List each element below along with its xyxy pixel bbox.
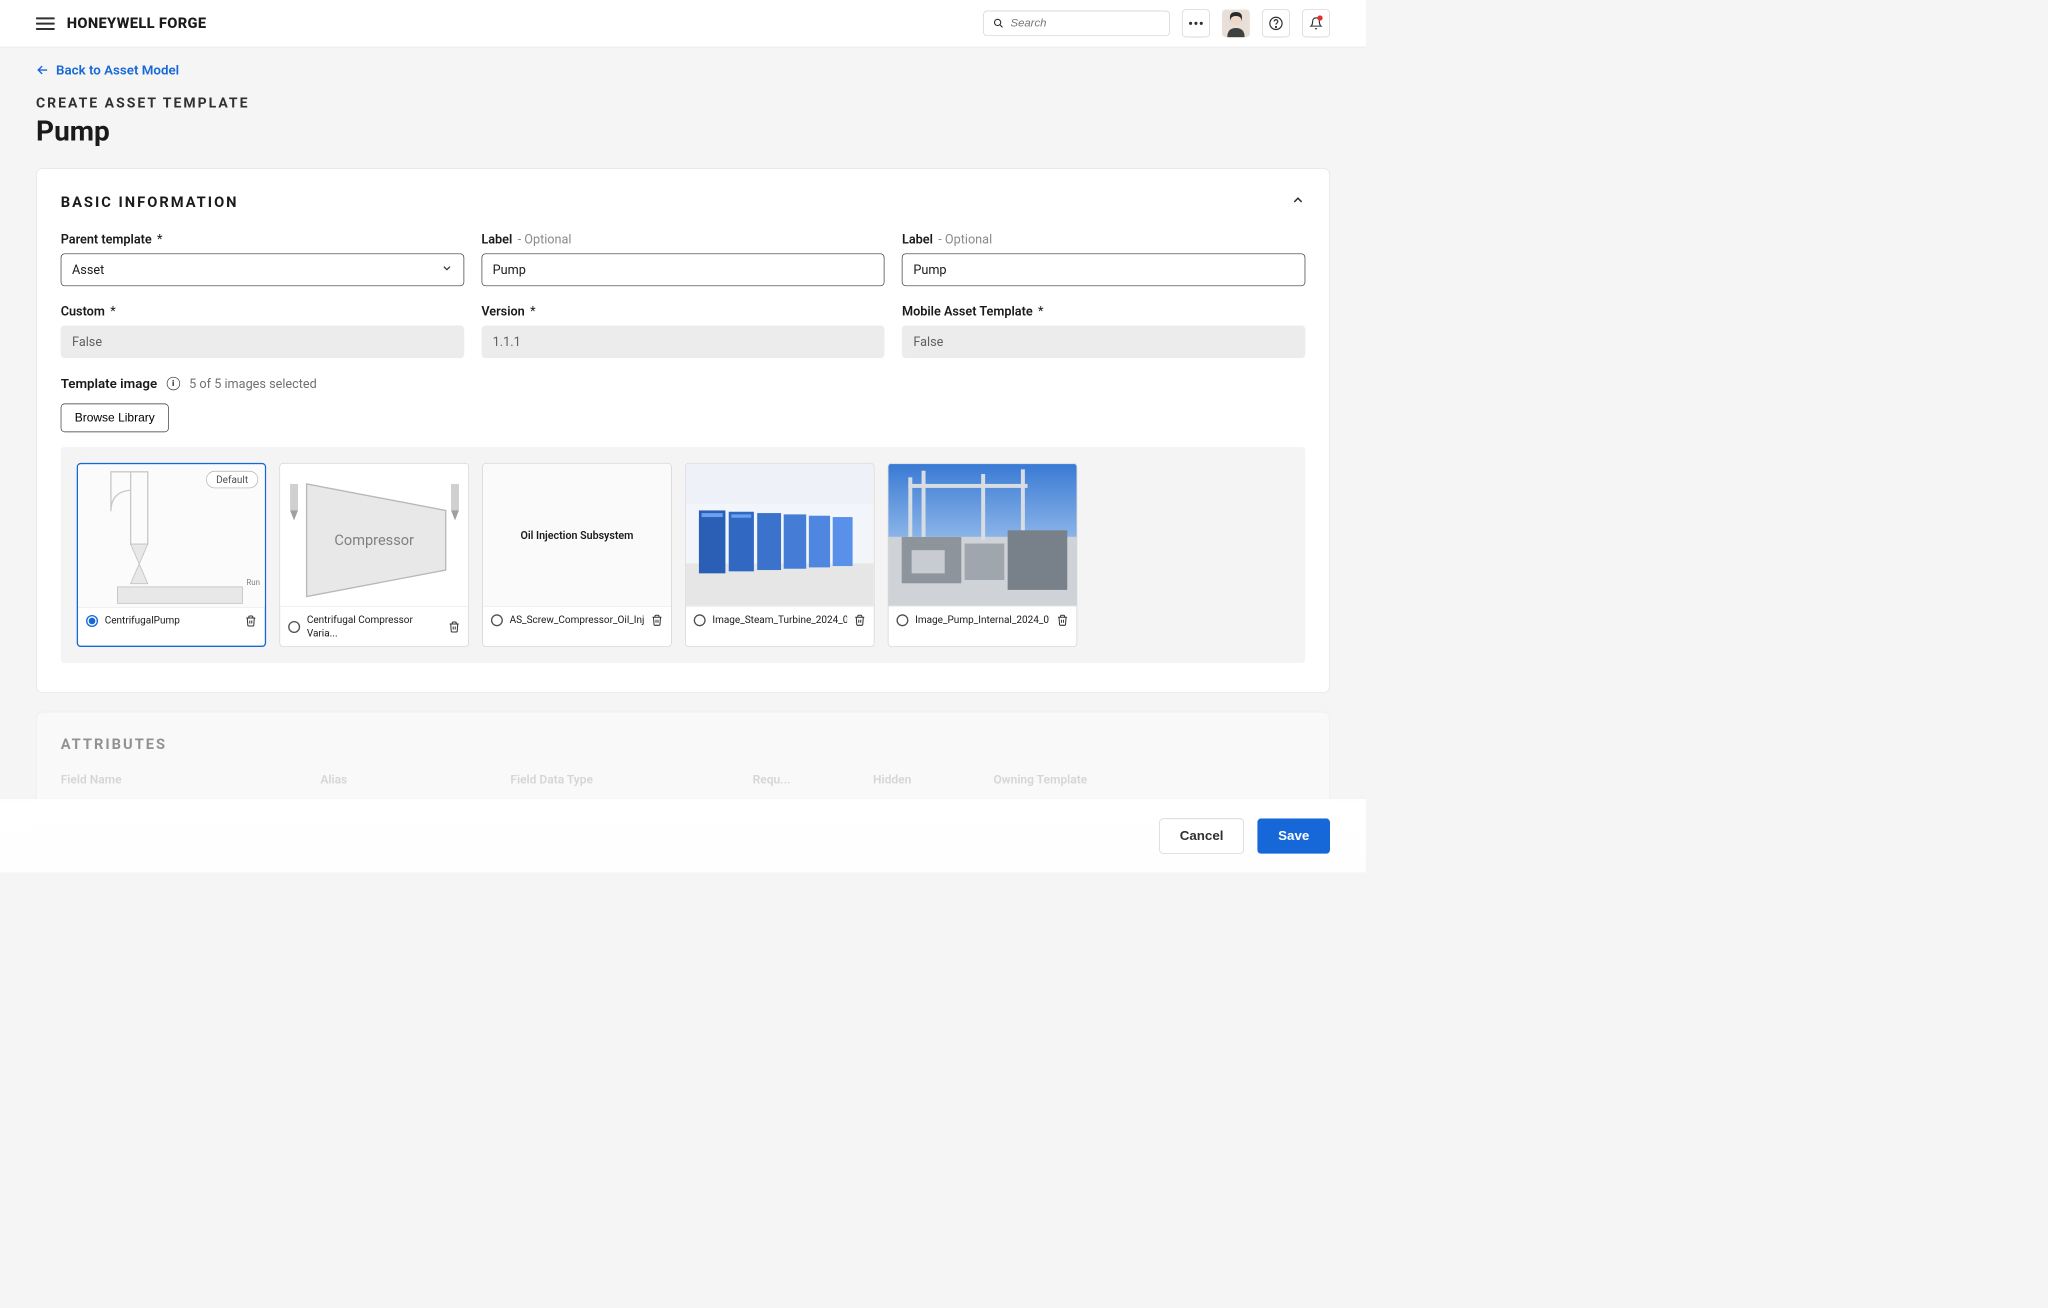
required-marker: *: [530, 303, 535, 318]
section-title: BASIC INFORMATION: [61, 194, 239, 211]
trash-icon[interactable]: [651, 614, 663, 627]
page-eyebrow: CREATE ASSET TEMPLATE: [36, 95, 1330, 111]
search-input-container[interactable]: [983, 11, 1170, 36]
more-menu-button[interactable]: [1182, 9, 1210, 37]
column-header: Field Name: [61, 773, 305, 787]
app-header: HONEYWELL FORGE: [0, 0, 1366, 47]
input-value: Pump: [913, 262, 946, 277]
template-image-label: Template image: [61, 376, 157, 392]
search-icon: [993, 17, 1004, 29]
notifications-button[interactable]: [1302, 9, 1330, 37]
attributes-table-header: Field Name Alias Field Data Type Requ...…: [61, 773, 1306, 787]
help-circle-icon: [1269, 16, 1284, 31]
custom-input: False: [61, 325, 464, 358]
field-label-1: Label - Optional Pump: [481, 231, 884, 286]
required-marker: *: [110, 303, 115, 318]
image-card[interactable]: Default Run Centrifugal: [77, 463, 266, 647]
page-title: Pump: [36, 115, 1330, 148]
column-header: Alias: [320, 773, 494, 787]
basic-information-section: BASIC INFORMATION Parent template * Asse…: [36, 168, 1330, 693]
field-label: Custom: [61, 303, 105, 318]
section-title: ATTRIBUTES: [61, 736, 1306, 753]
image-thumbnail: Default Run: [78, 464, 265, 607]
image-name: Image_Pump_Internal_2024_01_31_j...: [915, 614, 1050, 627]
select-value: Asset: [72, 262, 104, 277]
image-card[interactable]: Image_Steam_Turbine_2024_01_31.Jp...: [685, 463, 874, 647]
page-footer: Cancel Save: [0, 799, 1366, 872]
svg-text:Compressor: Compressor: [334, 531, 414, 549]
chevron-down-icon: [441, 262, 453, 277]
save-button[interactable]: Save: [1257, 818, 1330, 853]
image-card[interactable]: Image_Pump_Internal_2024_01_31_j...: [888, 463, 1077, 647]
version-input: 1.1.1: [481, 325, 884, 358]
image-thumbnail: [686, 464, 874, 607]
required-marker: *: [1038, 303, 1043, 318]
field-version: Version * 1.1.1: [481, 303, 884, 358]
field-label: Parent template: [61, 231, 152, 246]
label-input-2[interactable]: Pump: [902, 253, 1305, 286]
image-placeholder-text: Oil Injection Subsystem: [520, 529, 633, 542]
required-marker: *: [157, 231, 162, 246]
field-label: Label: [481, 231, 512, 246]
field-label: Mobile Asset Template: [902, 303, 1033, 318]
image-thumbnail: Oil Injection Subsystem: [483, 464, 671, 607]
optional-marker: - Optional: [938, 231, 992, 246]
field-parent-template: Parent template * Asset: [61, 231, 464, 286]
input-value: Pump: [493, 262, 526, 277]
column-header: Field Data Type: [510, 773, 736, 787]
help-button[interactable]: [1262, 9, 1290, 37]
image-radio[interactable]: [694, 614, 706, 626]
notification-dot-icon: [1317, 15, 1322, 20]
field-label: Version: [481, 303, 524, 318]
image-name: Image_Steam_Turbine_2024_01_31.Jp...: [712, 614, 847, 627]
back-link-label: Back to Asset Model: [56, 62, 179, 78]
search-input[interactable]: [1011, 17, 1160, 30]
field-mobile: Mobile Asset Template * False: [902, 303, 1305, 358]
chevron-up-icon: [1291, 193, 1306, 208]
image-radio[interactable]: [288, 621, 300, 633]
column-header: [1218, 773, 1305, 787]
input-value: False: [913, 334, 943, 349]
arrow-left-icon: [36, 63, 49, 76]
browse-library-button[interactable]: Browse Library: [61, 404, 169, 433]
image-radio[interactable]: [86, 615, 98, 627]
image-name: CentrifugalPump: [105, 614, 238, 627]
image-card[interactable]: Oil Injection Subsystem AS_Screw_Compres…: [482, 463, 671, 647]
trash-icon[interactable]: [854, 614, 866, 627]
svg-text:Run: Run: [246, 578, 260, 587]
trash-icon[interactable]: [1057, 614, 1069, 627]
collapse-toggle[interactable]: [1291, 193, 1306, 212]
input-value: 1.1.1: [493, 334, 521, 349]
default-badge: Default: [206, 471, 258, 488]
template-image-gallery: Default Run Centrifugal: [61, 447, 1306, 663]
column-header: Hidden: [873, 773, 977, 787]
field-label-2: Label - Optional Pump: [902, 231, 1305, 286]
image-radio[interactable]: [491, 614, 503, 626]
input-value: False: [72, 334, 102, 349]
hamburger-menu-icon[interactable]: [36, 14, 55, 33]
field-label: Label: [902, 231, 933, 246]
back-link[interactable]: Back to Asset Model: [36, 62, 1330, 78]
trash-icon[interactable]: [245, 614, 257, 627]
more-horizontal-icon: [1189, 21, 1204, 25]
image-card[interactable]: Compressor Centrifugal Compressor Varia.…: [279, 463, 468, 647]
image-thumbnail: Compressor: [280, 464, 468, 607]
column-header: Requ...: [753, 773, 857, 787]
parent-template-select[interactable]: Asset: [61, 253, 464, 286]
image-name: AS_Screw_Compressor_Oil_Injected_V...: [510, 614, 645, 627]
cancel-button[interactable]: Cancel: [1159, 818, 1244, 853]
trash-icon[interactable]: [448, 620, 460, 633]
optional-marker: - Optional: [518, 231, 572, 246]
template-image-count: 5 of 5 images selected: [189, 376, 317, 391]
label-input-1[interactable]: Pump: [481, 253, 884, 286]
image-name: Centrifugal Compressor Varia...: [307, 614, 442, 640]
image-radio[interactable]: [896, 614, 908, 626]
field-custom: Custom * False: [61, 303, 464, 358]
mobile-input: False: [902, 325, 1305, 358]
image-thumbnail: [888, 464, 1076, 607]
user-avatar[interactable]: [1222, 9, 1250, 37]
column-header: Owning Template: [993, 773, 1202, 787]
info-icon[interactable]: i: [166, 377, 179, 390]
app-logo: HONEYWELL FORGE: [67, 15, 207, 32]
